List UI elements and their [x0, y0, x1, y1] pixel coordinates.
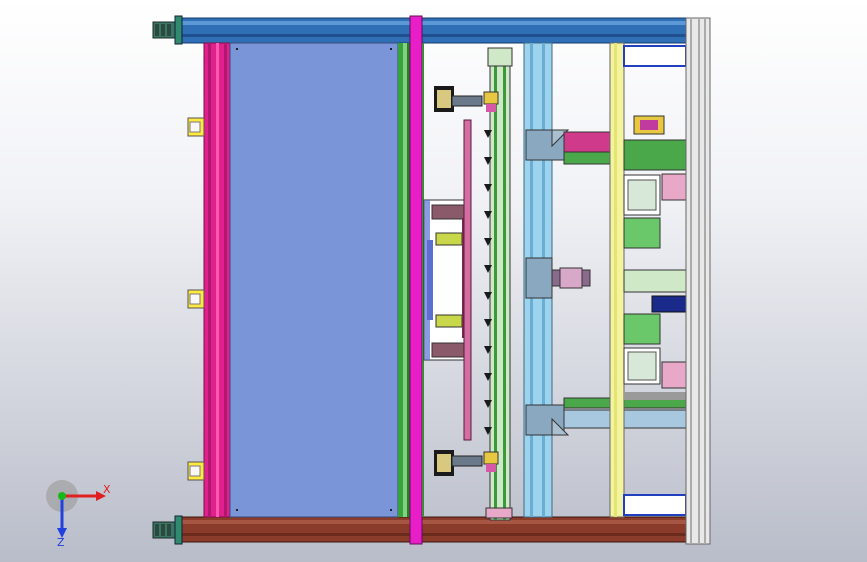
center-magenta-bar — [409, 15, 424, 545]
top-rail — [179, 17, 687, 44]
bottom-cylinder — [434, 450, 499, 476]
yellow-column — [609, 42, 625, 518]
orientation-triad: X Z — [46, 480, 111, 548]
bottom-rail — [179, 516, 687, 543]
main-panel — [229, 42, 399, 518]
z-axis-label: Z — [57, 536, 65, 548]
top-left-motor — [152, 15, 183, 45]
yellow-clamps-left — [187, 117, 205, 481]
y-axis-dot-icon — [58, 492, 66, 500]
cad-viewport[interactable] — [0, 0, 867, 562]
screw-column — [463, 47, 513, 521]
left-magenta-column — [203, 42, 231, 518]
right-frame — [685, 17, 711, 545]
x-axis-label: X — [103, 483, 111, 496]
top-cylinder — [434, 86, 499, 112]
green-strips — [398, 43, 410, 517]
center-mechanism — [423, 199, 471, 361]
right-mechanisms — [623, 45, 687, 516]
bottom-left-motor — [152, 515, 183, 545]
